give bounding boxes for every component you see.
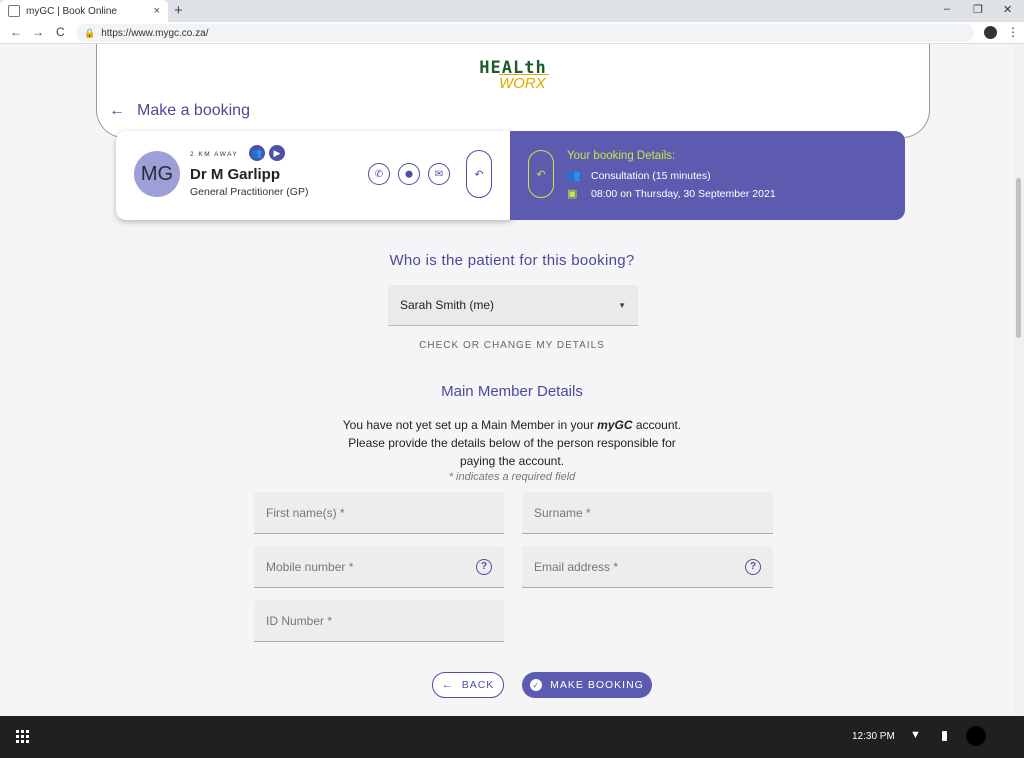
arrow-left-icon: ← <box>441 679 454 691</box>
forward-nav-icon[interactable]: → <box>32 25 44 39</box>
email-label: Email address * <box>534 559 619 574</box>
consultation-text: Consultation (15 minutes) <box>591 169 711 182</box>
arrow-left-icon: ← <box>109 102 125 119</box>
os-taskbar: 12:30 PM ▼ <box>0 716 1024 758</box>
phone-icon: ✆ <box>374 168 384 180</box>
id-number-input[interactable]: ID Number * <box>254 600 504 642</box>
calendar-icon: ▣ <box>567 188 578 200</box>
first-name-label: First name(s) * <box>266 505 345 520</box>
people-badge-icon: 👥 <box>249 145 265 161</box>
lock-icon: 🔒 <box>84 27 96 38</box>
patient-selected-value: Sarah Smith (me) <box>400 298 495 312</box>
logo-line2: WORX <box>499 74 549 92</box>
make-booking-back-link[interactable]: ← Make a booking <box>109 102 250 120</box>
change-booking-button[interactable]: ↶ <box>528 150 554 198</box>
id-number-label: ID Number * <box>266 613 333 628</box>
video-badge-icon: ▶ <box>269 145 285 161</box>
url-text: https://www.mygc.co.za/ <box>101 27 209 39</box>
minimize-button[interactable]: – <box>944 3 950 15</box>
people-icon: 👥 <box>567 170 581 182</box>
email-button[interactable]: ✉ <box>428 163 450 185</box>
undo-icon: ↶ <box>536 168 546 181</box>
address-bar: ← → C 🔒 https://www.mygc.co.za/ ⋮ <box>0 22 1024 44</box>
page-title: Make a booking <box>137 102 250 119</box>
desc-line1-post: account. <box>632 418 682 432</box>
dropdown-caret-icon: ▼ <box>618 300 626 310</box>
scrollbar-track[interactable] <box>1014 44 1024 716</box>
system-clock[interactable]: 12:30 PM <box>852 731 895 742</box>
distance-label: 2 KM AWAY <box>190 151 239 158</box>
doctor-role: General Practitioner (GP) <box>190 186 309 198</box>
required-note: * indicates a required field <box>448 471 576 483</box>
reload-icon[interactable]: C <box>56 25 65 39</box>
surname-label: Surname * <box>534 505 591 520</box>
url-input[interactable]: 🔒 https://www.mygc.co.za/ <box>76 24 974 42</box>
make-booking-label: MAKE BOOKING <box>550 679 644 691</box>
desc-line2: Please provide the details below of the … <box>348 436 676 450</box>
email-input[interactable]: Email address * ? <box>522 546 773 588</box>
change-doctor-button[interactable]: ↶ <box>466 150 492 198</box>
app-launcher-icon[interactable] <box>16 730 29 743</box>
close-window-button[interactable]: ✕ <box>1003 3 1012 16</box>
wifi-icon[interactable]: ▼ <box>910 729 921 741</box>
email-help-icon[interactable]: ? <box>745 558 761 575</box>
mobile-help-icon[interactable]: ? <box>476 558 492 575</box>
doctor-card: MG 2 KM AWAY 👥 ▶ Dr M Garlipp General Pr… <box>116 131 516 220</box>
phone-button[interactable]: ✆ <box>368 163 390 185</box>
datetime-row: ▣ 08:00 on Thursday, 30 September 2021 <box>567 187 776 201</box>
account-status-icon[interactable] <box>966 726 986 746</box>
browser-menu-icon[interactable]: ⋮ <box>1007 25 1019 39</box>
mobile-input[interactable]: Mobile number * ? <box>254 546 504 588</box>
mobile-label: Mobile number * <box>266 559 354 574</box>
main-member-description: You have not yet set up a Main Member in… <box>0 416 1024 470</box>
battery-icon[interactable] <box>942 731 947 741</box>
profile-icon[interactable] <box>984 26 997 39</box>
location-button[interactable]: ⬤ <box>398 163 420 185</box>
datetime-text: 08:00 on Thursday, 30 September 2021 <box>591 187 776 200</box>
browser-tab-bar: myGC | Book Online × + – ❐ ✕ <box>0 0 1024 22</box>
make-booking-button[interactable]: ✓ MAKE BOOKING <box>522 672 652 698</box>
booking-details-title: Your booking Details: <box>567 150 676 162</box>
back-label: BACK <box>461 679 495 691</box>
healthworx-logo: HEALth WORX <box>473 58 553 92</box>
back-nav-icon[interactable]: ← <box>10 25 22 39</box>
header-card: HEALth WORX ← Make a booking <box>96 44 930 138</box>
browser-tab[interactable]: myGC | Book Online × <box>0 0 168 22</box>
check-details-text[interactable]: CHECK OR CHANGE MY DETAILS <box>419 340 605 351</box>
email-icon: ✉ <box>434 168 444 180</box>
patient-question: Who is the patient for this booking? <box>389 252 635 269</box>
surname-input[interactable]: Surname * <box>522 492 773 534</box>
desc-line3: paying the account. <box>459 454 565 468</box>
tab-title: myGC | Book Online <box>26 5 117 17</box>
consultation-row: 👥 Consultation (15 minutes) <box>567 169 711 183</box>
check-circle-icon: ✓ <box>530 679 543 691</box>
tab-close-icon[interactable]: × <box>154 5 160 17</box>
desc-line1-pre: You have not yet set up a Main Member in… <box>342 418 598 432</box>
new-tab-button[interactable]: + <box>174 2 183 19</box>
location-pin-icon: ⬤ <box>405 171 413 178</box>
check-details-link[interactable]: CHECK OR CHANGE MY DETAILS <box>0 340 1024 351</box>
doctor-avatar: MG <box>134 151 180 197</box>
main-member-title: Main Member Details <box>441 383 583 400</box>
back-button[interactable]: ← BACK <box>432 672 504 698</box>
desc-brand: myGC <box>597 418 633 432</box>
favicon-icon <box>8 5 20 17</box>
patient-select[interactable]: Sarah Smith (me) ▼ <box>388 285 638 326</box>
undo-icon: ↶ <box>474 168 484 181</box>
restore-button[interactable]: ❐ <box>973 3 983 16</box>
doctor-name: Dr M Garlipp <box>190 166 281 183</box>
first-name-input[interactable]: First name(s) * <box>254 492 504 534</box>
booking-details-card: ↶ Your booking Details: 👥 Consultation (… <box>510 131 905 220</box>
